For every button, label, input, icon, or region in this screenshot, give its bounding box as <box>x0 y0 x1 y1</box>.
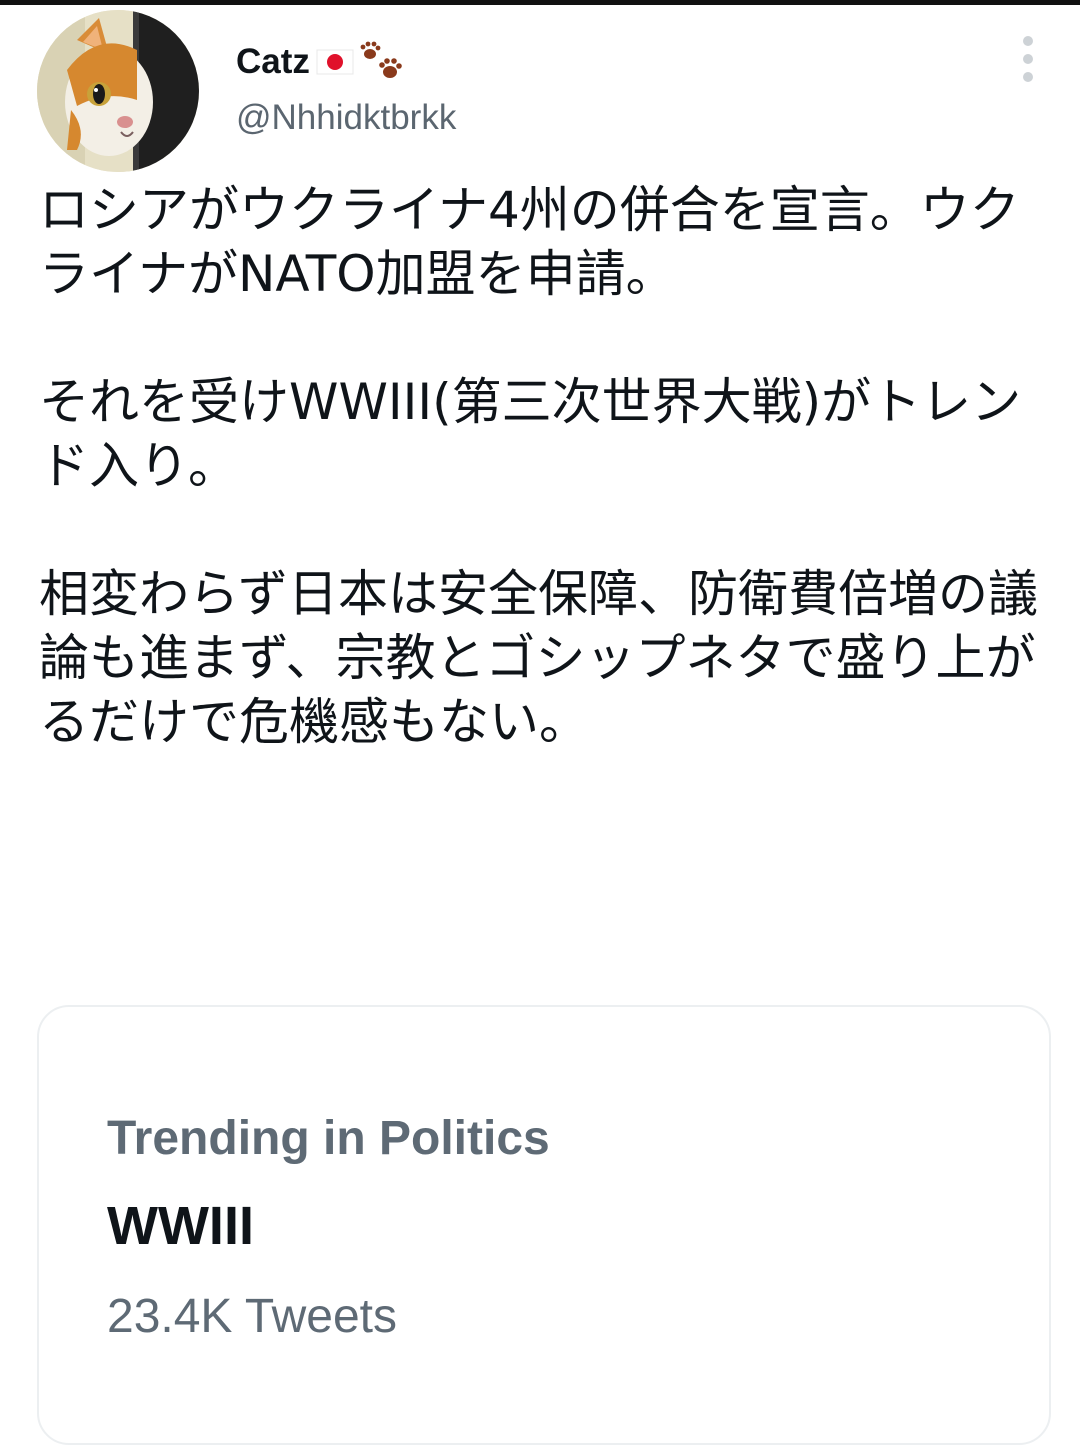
trend-card[interactable]: Trending in Politics WWIII 23.4K Tweets <box>37 1005 1051 1445</box>
tweet-paragraph: ロシアがウクライナ4州の併合を宣言。ウクライナがNATO加盟を申請。 <box>39 181 1020 303</box>
more-dot <box>1023 36 1033 46</box>
more-dot <box>1023 54 1033 64</box>
display-name[interactable]: Catz <box>236 42 310 82</box>
tweet-text: ロシアがウクライナ4州の併合を宣言。ウクライナがNATO加盟を申請。 それを受け… <box>39 178 1059 754</box>
japan-flag-icon <box>316 47 354 77</box>
more-dot <box>1023 72 1033 82</box>
paw-prints-icon <box>358 40 408 84</box>
trend-context: Trending in Politics <box>107 1112 550 1165</box>
tweet: Catz @Nhhidktbrkk ロシアがウクライナ4州の併合を宣言。ウクライ… <box>0 0 1080 1445</box>
trend-name: WWIII <box>107 1196 254 1256</box>
tweet-paragraph: それを受けWWIII(第三次世界大戦)がトレンド入り。 <box>39 373 1022 495</box>
more-options-icon[interactable] <box>1008 36 1048 82</box>
avatar[interactable] <box>37 10 199 172</box>
author-handle[interactable]: @Nhhidktbrkk <box>236 98 456 138</box>
cat-photo-icon <box>37 10 199 172</box>
trend-tweet-count: 23.4K Tweets <box>107 1290 397 1343</box>
author-name-row[interactable]: Catz <box>236 38 408 86</box>
tweet-paragraph: 相変わらず日本は安全保障、防衛費倍増の議論も進まず、宗教とゴシップネタで盛り上が… <box>39 565 1038 751</box>
